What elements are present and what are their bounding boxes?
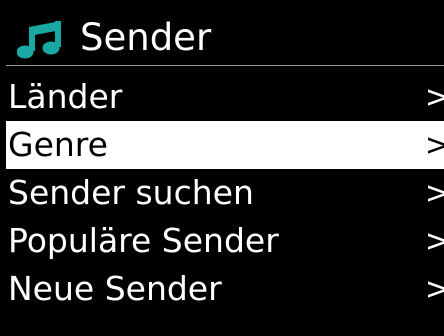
station-menu: Länder > Genre > Sender suchen > Populär… [0,73,444,313]
radio-screen: Sender Länder > Genre > Sender suchen > … [0,0,444,336]
menu-item-label: Länder [8,77,123,116]
chevron-right-icon: > [424,176,444,211]
menu-item-label: Sender suchen [8,173,254,212]
menu-item-genre[interactable]: Genre > [6,121,444,169]
chevron-right-icon: > [424,80,444,115]
menu-item-sender-suchen[interactable]: Sender suchen > [0,169,444,217]
chevron-right-icon: > [424,272,444,307]
menu-item-populaere-sender[interactable]: Populäre Sender > [0,217,444,265]
header-divider [6,65,444,66]
menu-item-label: Neue Sender [8,269,222,308]
screen-header: Sender [0,0,444,66]
chevron-right-icon: > [424,128,444,163]
menu-item-neue-sender[interactable]: Neue Sender > [0,265,444,313]
menu-item-label: Populäre Sender [8,221,279,260]
page-title: Sender [80,16,212,59]
music-note-icon [16,21,63,59]
menu-item-laender[interactable]: Länder > [0,73,444,121]
chevron-right-icon: > [424,224,444,259]
menu-item-label: Genre [8,125,108,164]
